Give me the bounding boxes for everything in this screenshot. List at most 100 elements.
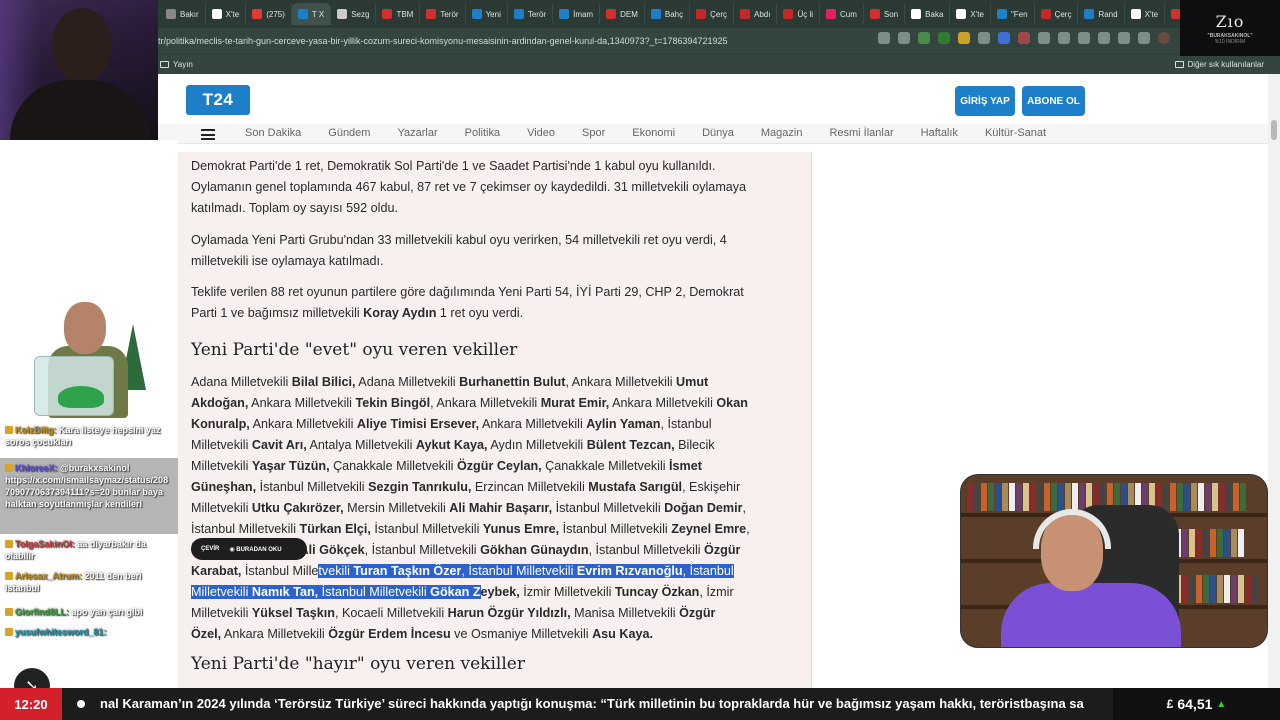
browser-tab[interactable]: Baka: [905, 3, 951, 25]
tab-label: Bahç: [664, 9, 684, 19]
menu-icon[interactable]: [201, 129, 215, 140]
t24-logo[interactable]: T24: [186, 85, 250, 115]
nav-item[interactable]: Video: [527, 127, 555, 139]
url-text[interactable]: tr/politika/meclis-te-tarih-gun-cerceve-…: [158, 36, 728, 46]
deputy-name: Okan: [716, 396, 748, 410]
chat-message: TolgaSakinOl: aa diyarbakır da olabilir: [5, 538, 173, 562]
badge-icon: [5, 464, 13, 472]
favorites-icon[interactable]: [1078, 32, 1090, 44]
browser-tab[interactable]: X'te: [950, 3, 991, 25]
browser-tab[interactable]: TBM: [376, 3, 421, 25]
browser-tab[interactable]: Terör: [420, 3, 466, 25]
extension-icon[interactable]: [978, 32, 990, 44]
browser-tab[interactable]: Rand: [1078, 3, 1125, 25]
tab-label: Üç li: [797, 9, 814, 19]
extension-icon[interactable]: [998, 32, 1010, 44]
split-icon[interactable]: [1058, 32, 1070, 44]
deputy-name: Yaşar Tüzün,: [251, 459, 330, 473]
deputy-name: Namık Tan,: [251, 585, 319, 599]
heart-icon[interactable]: [1118, 32, 1130, 44]
text-span: İstanbul Milletvekili: [552, 501, 665, 515]
browser-tab[interactable]: Çerç: [1035, 3, 1079, 25]
text-line: Oylamanın genel toplamında 467 kabul, 87…: [191, 180, 747, 194]
favicon-icon: [337, 9, 348, 19]
nav-item[interactable]: Son Dakika: [245, 127, 301, 139]
text-span: Manisa Milletvekili: [570, 606, 680, 620]
nav-item[interactable]: Politika: [465, 127, 500, 139]
tab-label: (275): [266, 9, 285, 19]
nav-item[interactable]: Haftalık: [921, 127, 958, 139]
login-button[interactable]: GİRİŞ YAP: [955, 86, 1015, 116]
browser-tab[interactable]: Çerç: [690, 3, 734, 25]
nav-item[interactable]: Magazin: [761, 127, 803, 139]
settings-icon[interactable]: [1138, 32, 1150, 44]
site-header: T24 GİRİŞ YAP ABONE OL: [0, 74, 1268, 124]
translate-button[interactable]: ÇEVİR: [201, 546, 219, 552]
avatar[interactable]: [1158, 32, 1170, 44]
read-aloud-button[interactable]: ◉ BURADAN OKU: [229, 546, 281, 553]
page-icon: [160, 61, 169, 68]
extension-icon[interactable]: [958, 32, 970, 44]
browser-tab[interactable]: Yeni: [466, 3, 508, 25]
extension-icon[interactable]: [1038, 32, 1050, 44]
text-span: Bilecik: [674, 438, 715, 452]
reader-icon[interactable]: [878, 32, 890, 44]
other-favorites[interactable]: Diğer sık kullanılanlar: [1174, 60, 1264, 69]
chat-message: KolzBilig: Kara listeye hepsini yaz soro…: [5, 424, 173, 448]
nav-item[interactable]: Ekonomi: [632, 127, 675, 139]
favicon-icon: [740, 9, 750, 19]
currency-price: £ 64,51 ▲: [1113, 688, 1280, 720]
favicon-icon: [211, 9, 222, 19]
text-span: Milletvekili: [191, 606, 252, 620]
browser-tab[interactable]: Sezg: [331, 3, 377, 25]
browser-tab[interactable]: İmam: [553, 3, 601, 25]
browser-tab[interactable]: Cum: [820, 3, 864, 25]
nav-item[interactable]: Resmi İlanlar: [829, 127, 893, 139]
tab-label: X'te: [1144, 9, 1159, 19]
extension-icon[interactable]: [1018, 32, 1030, 44]
browser-tab[interactable]: "Fen: [991, 3, 1035, 25]
text-span: ,: [742, 501, 747, 515]
bookmark-yayin[interactable]: Yayın: [160, 60, 193, 69]
browser-tab[interactable]: (275): [246, 3, 292, 25]
text-span: , İstanbul: [660, 417, 712, 431]
tab-label: Baka: [925, 9, 944, 19]
chat-username: KolzBilig:: [15, 425, 57, 435]
text-line: Konuralp, Ankara Milletvekili Aliye Timi…: [191, 414, 801, 435]
page-scrollbar[interactable]: [1268, 74, 1280, 688]
nav-item[interactable]: Gündem: [328, 127, 370, 139]
text-span: Adana Milletvekili: [191, 375, 292, 389]
browser-tab[interactable]: T X: [291, 3, 332, 25]
favicon-icon: [382, 9, 393, 19]
browser-tab[interactable]: Son: [864, 3, 906, 25]
star-icon[interactable]: [898, 32, 910, 44]
nav-item[interactable]: Yazarlar: [397, 127, 437, 139]
section-heading-evet: Yeni Parti'de "evet" oyu veren vekiller: [191, 340, 518, 360]
chat-message: yusufwhitesword_81:: [5, 626, 173, 638]
browser-tab[interactable]: X'te: [206, 3, 247, 25]
webcam-bottom-right: [960, 474, 1268, 648]
scroll-thumb[interactable]: [1271, 120, 1277, 140]
address-bar[interactable]: tr/politika/meclis-te-tarih-gun-cerceve-…: [0, 28, 1280, 54]
browser-tab[interactable]: Bakır: [160, 3, 206, 25]
nav-item[interactable]: Dünya: [702, 127, 734, 139]
nav-items: Son Dakika Gündem Yazarlar Politika Video Spo…: [245, 127, 1073, 139]
browser-tab[interactable]: Bahç: [645, 3, 691, 25]
text-span: İstanbul Milletvekili: [559, 522, 672, 536]
deputy-name: Yüksel Taşkın: [251, 606, 335, 620]
browser-tab[interactable]: Terör: [508, 3, 554, 25]
text-span: , İstanbul Milletvekili: [364, 543, 481, 557]
browser-tab[interactable]: Abdı: [734, 3, 778, 25]
browser-tab[interactable]: DEM: [600, 3, 645, 25]
news-ticker: 12:20 nal Karaman’ın 2024 yılında ‘Terör…: [0, 688, 1280, 720]
tab-label: Cum: [840, 9, 857, 19]
nav-item[interactable]: Spor: [582, 127, 605, 139]
extension-icon[interactable]: [938, 32, 950, 44]
subscribe-button[interactable]: ABONE OL: [1022, 86, 1085, 116]
nav-item[interactable]: Kültür-Sanat: [985, 127, 1046, 139]
browser-tab[interactable]: X'te: [1125, 3, 1166, 25]
collections-icon[interactable]: [1098, 32, 1110, 44]
extension-icon[interactable]: [918, 32, 930, 44]
browser-tab[interactable]: Üç li: [777, 3, 821, 25]
tab-label: "Fen: [1010, 9, 1028, 19]
